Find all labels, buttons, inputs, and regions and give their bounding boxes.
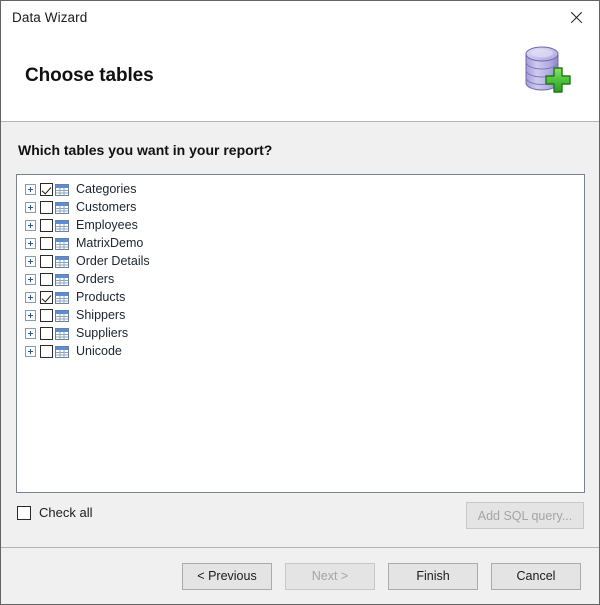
check-all-row[interactable]: Check all [17, 505, 92, 520]
table-name-label: Suppliers [76, 325, 129, 340]
database-add-icon [518, 43, 574, 99]
question-label: Which tables you want in your report? [18, 142, 273, 158]
table-tree-row[interactable]: Customers [17, 198, 584, 216]
table-tree-row[interactable]: Shippers [17, 306, 584, 324]
button-cancel[interactable]: Cancel [491, 562, 581, 590]
table-name-label: Order Details [76, 253, 150, 268]
titlebar: Data Wizard [1, 1, 599, 34]
table-tree-row[interactable]: Orders [17, 270, 584, 288]
add-sql-query-button[interactable]: Add SQL query... [466, 502, 584, 529]
table-name-label: Shippers [76, 307, 126, 322]
expand-plus-icon[interactable] [25, 219, 36, 231]
table-name-label: MatrixDemo [76, 235, 144, 250]
data-wizard-dialog: Data Wizard Choose tables Which tables y… [0, 0, 600, 605]
table-icon [55, 219, 69, 232]
table-name-label: Categories [76, 181, 137, 196]
expand-plus-icon[interactable] [25, 273, 36, 285]
expand-plus-icon[interactable] [25, 183, 36, 195]
table-tree-row[interactable]: Categories [17, 180, 584, 198]
close-icon [569, 10, 584, 25]
table-name-label: Products [76, 289, 126, 304]
tables-tree-inner: Categories Customers Employees MatrixDem… [17, 175, 584, 360]
table-name-label: Employees [76, 217, 138, 232]
table-checkbox[interactable] [40, 272, 53, 286]
wizard-body: Which tables you want in your report? Ca… [1, 122, 599, 547]
expand-plus-icon[interactable] [25, 345, 36, 357]
footer-button-bar: < Previous Next > Finish Cancel [1, 547, 599, 604]
table-checkbox[interactable] [40, 236, 53, 250]
table-checkbox[interactable] [40, 218, 53, 232]
table-tree-row[interactable]: Unicode [17, 342, 584, 360]
table-icon [55, 237, 69, 250]
table-icon [55, 273, 69, 286]
table-tree-row[interactable]: Employees [17, 216, 584, 234]
table-icon [55, 255, 69, 268]
table-tree-row[interactable]: MatrixDemo [17, 234, 584, 252]
wizard-header: Choose tables [1, 34, 599, 122]
check-all-checkbox[interactable] [17, 505, 31, 520]
expand-plus-icon[interactable] [25, 291, 36, 303]
check-all-label: Check all [39, 505, 93, 520]
table-checkbox[interactable] [40, 254, 53, 268]
expand-plus-icon[interactable] [25, 309, 36, 321]
button-finish[interactable]: Finish [388, 562, 478, 590]
table-name-label: Unicode [76, 343, 122, 358]
table-checkbox[interactable] [40, 200, 53, 214]
table-checkbox[interactable] [40, 344, 53, 358]
table-icon [55, 291, 69, 304]
table-icon [55, 201, 69, 214]
table-tree-row[interactable]: Order Details [17, 252, 584, 270]
button-previous[interactable]: < Previous [182, 562, 272, 590]
table-tree-row[interactable]: Suppliers [17, 324, 584, 342]
button-next: Next > [285, 562, 375, 590]
table-icon [55, 183, 69, 196]
tables-tree-list[interactable]: Categories Customers Employees MatrixDem… [16, 174, 585, 493]
window-title: Data Wizard [12, 10, 88, 25]
table-checkbox[interactable] [40, 326, 53, 340]
table-icon [55, 345, 69, 358]
table-checkbox[interactable] [40, 290, 53, 304]
table-checkbox[interactable] [40, 182, 53, 196]
expand-plus-icon[interactable] [25, 201, 36, 213]
close-button[interactable] [553, 1, 599, 34]
expand-plus-icon[interactable] [25, 255, 36, 267]
expand-plus-icon[interactable] [25, 237, 36, 249]
table-name-label: Customers [76, 199, 137, 214]
table-icon [55, 327, 69, 340]
page-title: Choose tables [25, 65, 154, 86]
table-tree-row[interactable]: Products [17, 288, 584, 306]
table-icon [55, 309, 69, 322]
table-name-label: Orders [76, 271, 115, 286]
table-checkbox[interactable] [40, 308, 53, 322]
expand-plus-icon[interactable] [25, 327, 36, 339]
